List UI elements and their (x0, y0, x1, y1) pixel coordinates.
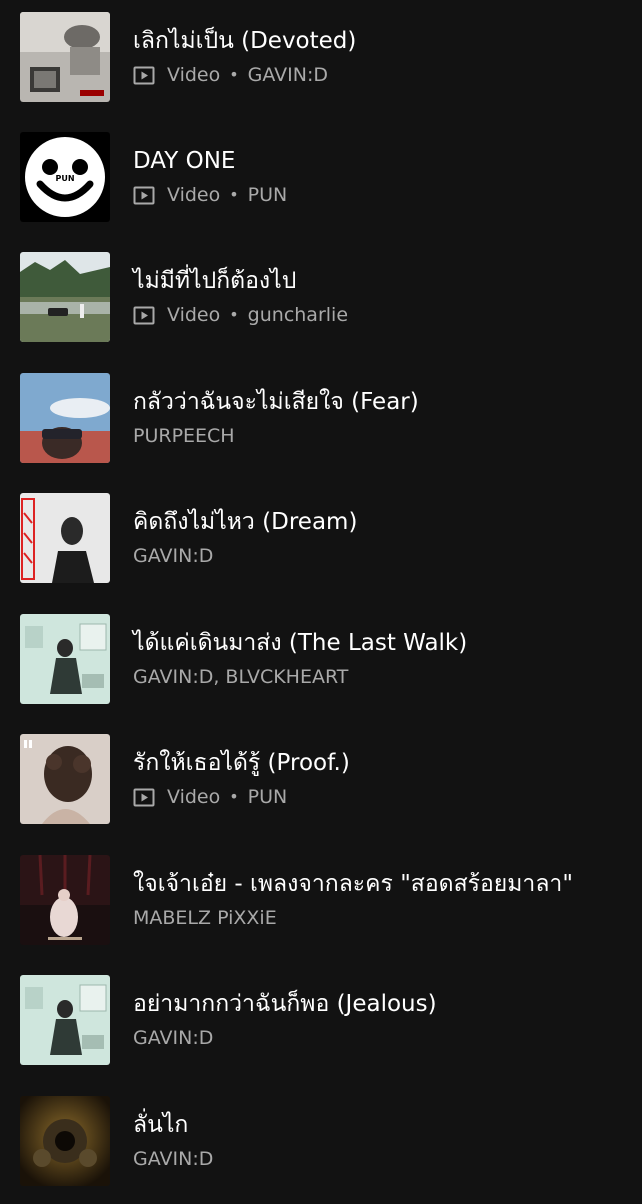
list-item[interactable]: ลั่นไก GAVIN:D (0, 1084, 642, 1204)
artist-name: PURPEECH (133, 425, 235, 447)
sky-portrait-album-art-icon (20, 373, 110, 463)
list-item[interactable]: รักให้เธอได้รู้ (Proof.) Video • PUN (0, 722, 642, 842)
video-play-icon (133, 788, 155, 807)
type-label: Video (167, 184, 221, 206)
list-item[interactable]: อย่ามากกว่าฉันก็พอ (Jealous) GAVIN:D (0, 963, 642, 1083)
dream-album-art-icon (20, 493, 110, 583)
track-subtitle: PURPEECH (133, 423, 235, 449)
artist-name: MABELZ PiXXiE (133, 907, 277, 929)
track-title: ลั่นไก (133, 1112, 189, 1138)
track-title: อย่ามากกว่าฉันก็พอ (Jealous) (133, 991, 437, 1017)
track-subtitle: GAVIN:D, BLVCKHEART (133, 664, 348, 690)
track-title: ใจเจ้าเอ๋ย - เพลงจากละคร "สอดสร้อยมาลา" (133, 871, 573, 897)
track-title: เลิกไม่เป็น (Devoted) (133, 28, 357, 54)
artist-name: GAVIN:D (133, 1148, 214, 1170)
album-art (20, 373, 110, 463)
video-play-icon (133, 186, 155, 205)
track-subtitle: Video • guncharlie (133, 302, 348, 328)
album-art: PUN (20, 132, 110, 222)
lake-landscape-album-art-icon (20, 252, 110, 342)
video-play-icon (133, 306, 155, 325)
artist-name: GAVIN:D (133, 545, 214, 567)
smiley-face-album-art-icon: PUN (20, 132, 110, 222)
separator-dot: • (229, 65, 239, 84)
video-play-icon (133, 66, 155, 85)
album-art (20, 252, 110, 342)
room-portrait-album-art-icon (20, 975, 110, 1065)
list-item[interactable]: PUN DAY ONE Video • PUN (0, 120, 642, 240)
room-portrait-album-art-icon (20, 614, 110, 704)
list-item[interactable]: ได้แค่เดินมาส่ง (The Last Walk) GAVIN:D,… (0, 602, 642, 722)
artist-name: GAVIN:D, BLVCKHEART (133, 666, 349, 688)
album-art (20, 855, 110, 945)
list-item[interactable]: กลัวว่าฉันจะไม่เสียใจ (Fear) PURPEECH (0, 361, 642, 481)
album-art (20, 614, 110, 704)
artist-name: PUN (247, 184, 288, 206)
artist-name: GAVIN:D (133, 1027, 214, 1049)
list-item[interactable]: ใจเจ้าเอ๋ย - เพลงจากละคร "สอดสร้อยมาลา" … (0, 843, 642, 963)
revolver-album-art-icon (20, 1096, 110, 1186)
track-title: คิดถึงไม่ไหว (Dream) (133, 509, 358, 535)
artist-name: PUN (247, 786, 288, 808)
album-art (20, 1096, 110, 1186)
artist-name: GAVIN:D (247, 64, 329, 86)
track-title: ไม่มีที่ไปก็ต้องไป (133, 268, 297, 294)
list-item[interactable]: เลิกไม่เป็น (Devoted) Video • GAVIN:D (0, 0, 642, 120)
track-title: รักให้เธอได้รู้ (Proof.) (133, 750, 350, 776)
list-item[interactable]: ไม่มีที่ไปก็ต้องไป Video • guncharlie (0, 240, 642, 360)
devoted-album-art-icon (20, 12, 110, 102)
album-art (20, 975, 110, 1065)
svg-text:PUN: PUN (55, 174, 74, 183)
track-subtitle: GAVIN:D (133, 543, 213, 569)
track-title: กลัวว่าฉันจะไม่เสียใจ (Fear) (133, 389, 419, 415)
track-subtitle: GAVIN:D (133, 1025, 213, 1051)
type-label: Video (167, 786, 221, 808)
separator-dot: • (229, 185, 239, 204)
album-art (20, 493, 110, 583)
album-art (20, 12, 110, 102)
separator-dot: • (229, 305, 239, 324)
track-subtitle: Video • PUN (133, 182, 287, 208)
separator-dot: • (229, 787, 239, 806)
track-subtitle: Video • PUN (133, 784, 287, 810)
track-subtitle: Video • GAVIN:D (133, 62, 328, 88)
song-list: เลิกไม่เป็น (Devoted) Video • GAVIN:D PU… (0, 0, 642, 1199)
type-label: Video (167, 64, 221, 86)
track-title: DAY ONE (133, 148, 236, 174)
list-item[interactable]: คิดถึงไม่ไหว (Dream) GAVIN:D (0, 481, 642, 601)
artist-name: guncharlie (247, 304, 349, 326)
track-title: ได้แค่เดินมาส่ง (The Last Walk) (133, 630, 468, 656)
track-subtitle: MABELZ PiXXiE (133, 905, 277, 931)
album-art (20, 734, 110, 824)
type-label: Video (167, 304, 221, 326)
curly-hair-album-art-icon (20, 734, 110, 824)
track-subtitle: GAVIN:D (133, 1146, 213, 1172)
stage-dancer-album-art-icon (20, 855, 110, 945)
